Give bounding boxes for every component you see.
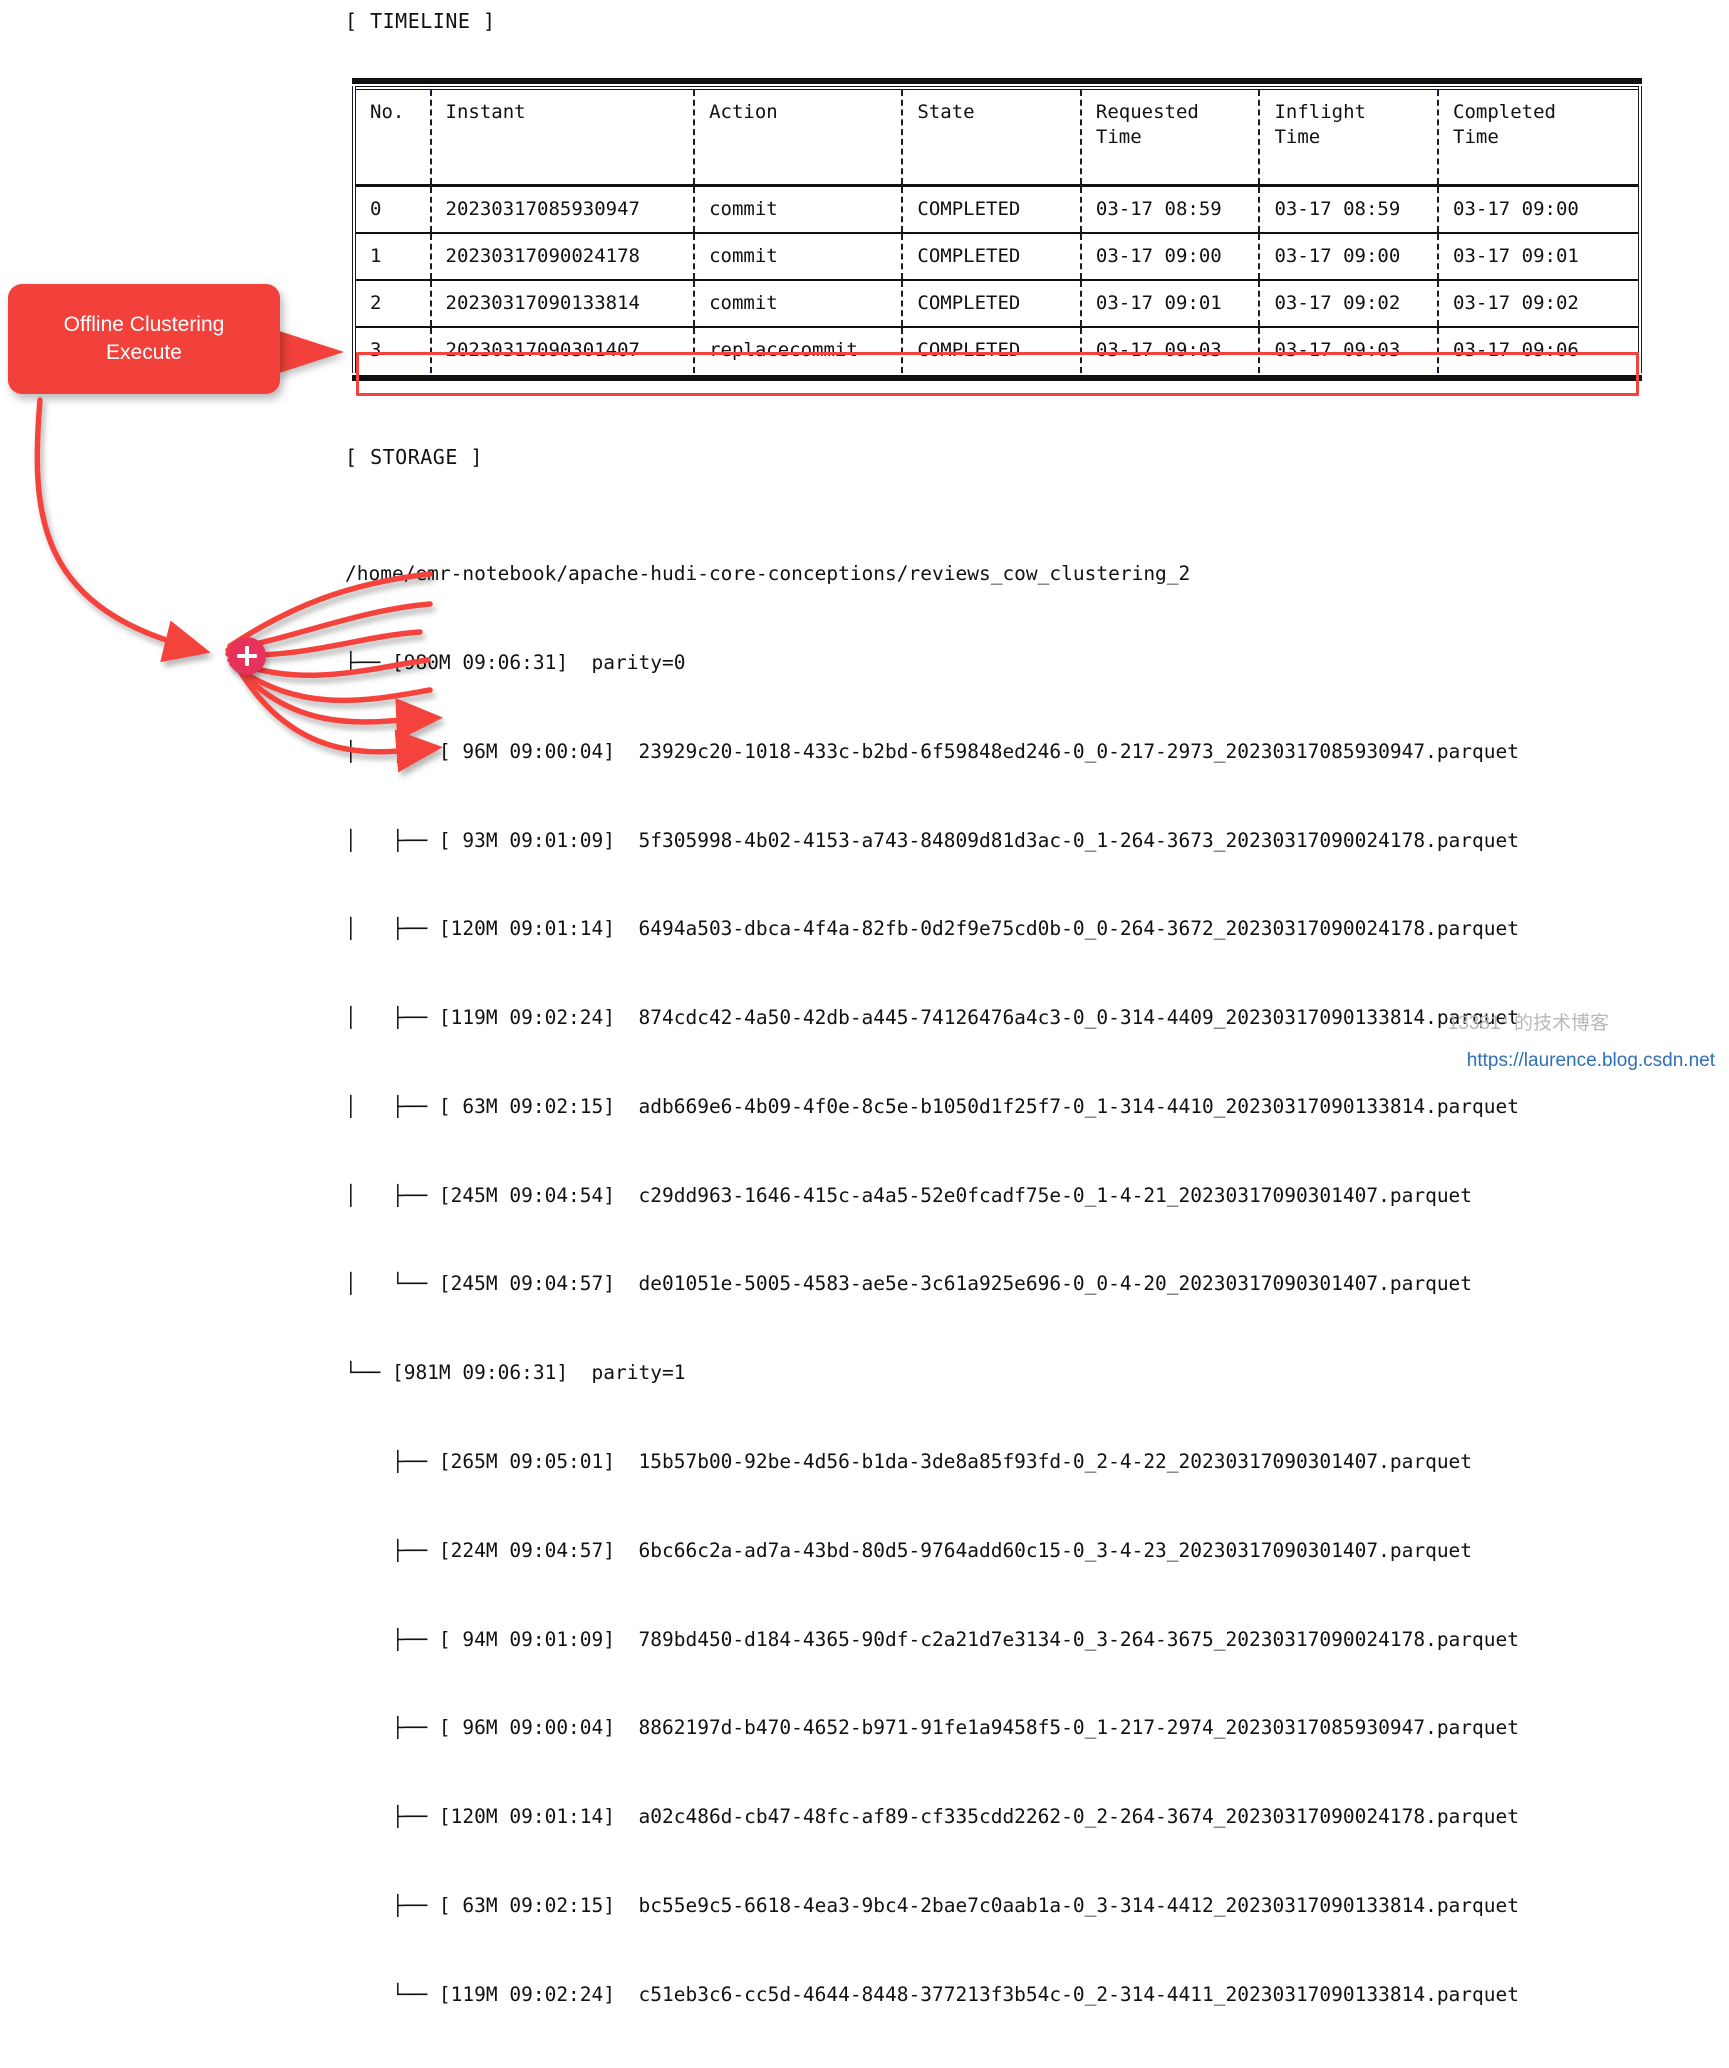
col-header-completed: Completed Time	[1437, 88, 1642, 186]
table-row: 0 20230317085930947 commit COMPLETED 03-…	[352, 185, 1642, 234]
cell-state: COMPLETED	[901, 185, 1081, 234]
cell-inflight: 03-17 09:00	[1258, 233, 1439, 281]
tree-file-item: ├── [224M 09:04:57] 6bc66c2a-ad7a-43bd-8…	[345, 1538, 1473, 1562]
callout-offline-clustering: Offline Clustering Execute	[8, 284, 280, 394]
cell-instant: 20230317090133814	[429, 280, 695, 328]
cell-inflight: 03-17 08:59	[1258, 185, 1439, 234]
screenshot-root: [ TIMELINE ] No. Instant Action State Re…	[0, 0, 1729, 2006]
cell-requested: 03-17 09:00	[1079, 233, 1260, 281]
cell-no: 3	[352, 327, 431, 374]
arrow-callout-to-merge	[34, 397, 211, 663]
cell-instant: 20230317090024178	[429, 233, 695, 281]
tree-file-item: ├── [ 94M 09:01:09] 789bd450-d184-4365-9…	[345, 1627, 1519, 1651]
cell-inflight: 03-17 09:03	[1258, 327, 1439, 374]
cell-inflight: 03-17 09:02	[1258, 280, 1439, 328]
storage-section-label: [ STORAGE ]	[345, 445, 483, 469]
cell-action: commit	[693, 280, 903, 328]
cell-state: COMPLETED	[901, 327, 1081, 374]
tree-file-item: │ ├── [119M 09:02:24] 874cdc42-4a50-42db…	[345, 1006, 1519, 1030]
tree-dir-parity1: └── [981M 09:06:31] parity=1	[345, 1361, 686, 1385]
table-row-highlighted: 3 20230317090301407 replacecommit COMPLE…	[352, 327, 1642, 374]
timeline-section-label: [ TIMELINE ]	[345, 9, 496, 33]
cell-no: 1	[352, 233, 431, 281]
callout-pointer	[276, 330, 344, 374]
timeline-table: No. Instant Action State Requested Time …	[352, 86, 1642, 374]
table-bottom-rule	[352, 375, 1642, 382]
cell-completed: 03-17 09:00	[1437, 185, 1642, 234]
cell-state: COMPLETED	[901, 233, 1081, 281]
tree-file-item: │ └── [245M 09:04:57] de01051e-5005-4583…	[345, 1272, 1473, 1296]
col-header-no: No.	[352, 88, 431, 186]
timeline-table-wrapper: No. Instant Action State Requested Time …	[352, 78, 1642, 382]
tree-file-item: │ ├── [245M 09:04:54] c29dd963-1646-415c…	[345, 1183, 1473, 1207]
table-top-rule	[352, 78, 1642, 84]
timeline-table-body: 0 20230317085930947 commit COMPLETED 03-…	[352, 185, 1642, 374]
col-header-state: State	[901, 88, 1081, 186]
table-row: 2 20230317090133814 commit COMPLETED 03-…	[352, 280, 1642, 328]
table-row: 1 20230317090024178 commit COMPLETED 03-…	[352, 233, 1642, 281]
callout-label: Offline Clustering Execute	[63, 312, 225, 364]
cell-completed: 03-17 09:02	[1437, 280, 1642, 328]
cell-completed: 03-17 09:06	[1437, 327, 1642, 374]
tree-file-item: │ ├── [120M 09:01:14] 6494a503-dbca-4f4a…	[345, 917, 1519, 941]
table-header-row: No. Instant Action State Requested Time …	[352, 88, 1642, 186]
tree-file-item: └── [119M 09:02:24] c51eb3c6-cc5d-4644-8…	[345, 1982, 1519, 2006]
col-header-action: Action	[693, 88, 903, 186]
tree-file-item: ├── [ 96M 09:00:04] 8862197d-b470-4652-b…	[345, 1716, 1519, 1740]
cell-requested: 03-17 08:59	[1079, 185, 1260, 234]
col-header-inflight: Inflight Time	[1258, 88, 1439, 186]
storage-tree-listing: /home/emr-notebook/apache-hudi-core-conc…	[345, 500, 1519, 2068]
tree-file-item: │ ├── [ 96M 09:00:04] 23929c20-1018-433c…	[345, 739, 1519, 763]
tree-file-item: ├── [265M 09:05:01] 15b57b00-92be-4d56-b…	[345, 1450, 1473, 1473]
cell-requested: 03-17 09:03	[1079, 327, 1260, 374]
cell-action: commit	[693, 185, 903, 234]
cell-action: commit	[693, 233, 903, 281]
cell-state: COMPLETED	[901, 280, 1081, 328]
cell-instant: 20230317090301407	[429, 327, 695, 374]
timeline-table-head: No. Instant Action State Requested Time …	[352, 88, 1642, 186]
cell-action: replacecommit	[693, 327, 903, 374]
col-header-requested: Requested Time	[1079, 88, 1260, 186]
cell-requested: 03-17 09:01	[1079, 280, 1260, 328]
tree-dir-parity0: ├── [980M 09:06:31] parity=0	[345, 650, 686, 674]
col-header-instant: Instant	[429, 88, 695, 186]
cell-instant: 20230317085930947	[429, 185, 695, 234]
cell-completed: 03-17 09:01	[1437, 233, 1642, 281]
tree-file-item: ├── [120M 09:01:14] a02c486d-cb47-48fc-a…	[345, 1805, 1519, 1829]
watermark-blog-url: https://laurence.blog.csdn.net	[1466, 1050, 1715, 1071]
tree-root-path: /home/emr-notebook/apache-hudi-core-conc…	[345, 562, 1191, 586]
cell-no: 0	[352, 185, 431, 234]
tree-file-item: ├── [ 63M 09:02:15] bc55e9c5-6618-4ea3-9…	[345, 1893, 1519, 1917]
plus-circle-icon	[228, 637, 266, 675]
tree-file-item: │ ├── [ 63M 09:02:15] adb669e6-4b09-4f0e…	[345, 1094, 1519, 1118]
watermark-author: 13381⁴ 的技术博客	[1447, 1013, 1609, 1034]
cell-no: 2	[352, 280, 431, 328]
tree-file-item: │ ├── [ 93M 09:01:09] 5f305998-4b02-4153…	[345, 828, 1519, 852]
